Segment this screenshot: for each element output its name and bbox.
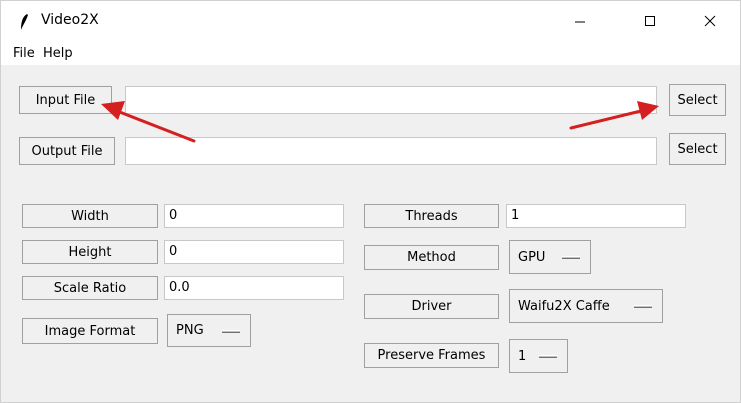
output-file-button[interactable]: Output File bbox=[19, 137, 115, 165]
driver-value: Waifu2X Caffe bbox=[518, 298, 610, 314]
close-icon bbox=[704, 15, 716, 27]
menu-bar: File Help bbox=[1, 41, 740, 65]
image-format-value: PNG bbox=[176, 323, 204, 338]
preserve-frames-dropdown[interactable]: 1 bbox=[509, 339, 568, 373]
maximize-button[interactable] bbox=[627, 5, 673, 37]
menu-help[interactable]: Help bbox=[43, 46, 73, 61]
preserve-frames-label: Preserve Frames bbox=[364, 343, 499, 368]
scale-ratio-label: Scale Ratio bbox=[22, 276, 158, 300]
image-format-dropdown[interactable]: PNG bbox=[167, 314, 251, 347]
dropdown-indicator-icon bbox=[562, 256, 580, 259]
method-dropdown[interactable]: GPU bbox=[509, 240, 591, 274]
feather-icon bbox=[21, 14, 28, 30]
input-file-button[interactable]: Input File bbox=[19, 86, 112, 114]
title-bar: Video2X bbox=[1, 1, 740, 41]
width-label: Width bbox=[22, 204, 158, 228]
minimize-button[interactable] bbox=[557, 5, 603, 37]
dropdown-indicator-icon bbox=[634, 305, 652, 308]
main-panel: Input File Select Output File Select Wid… bbox=[1, 65, 740, 402]
driver-label: Driver bbox=[364, 294, 499, 319]
menu-file[interactable]: File bbox=[13, 46, 35, 61]
image-format-label: Image Format bbox=[22, 318, 158, 344]
driver-dropdown[interactable]: Waifu2X Caffe bbox=[509, 289, 663, 323]
threads-field[interactable]: 1 bbox=[506, 204, 686, 228]
height-field[interactable]: 0 bbox=[164, 240, 344, 264]
dropdown-indicator-icon bbox=[539, 355, 557, 358]
window-title: Video2X bbox=[41, 12, 99, 28]
scale-ratio-field[interactable]: 0.0 bbox=[164, 276, 344, 300]
output-select-button[interactable]: Select bbox=[669, 133, 726, 165]
minimize-icon bbox=[575, 21, 585, 23]
dropdown-indicator-icon bbox=[222, 329, 240, 333]
app-window: Video2X File Help Input File Select Outp… bbox=[0, 0, 741, 403]
output-file-field[interactable] bbox=[125, 137, 657, 165]
threads-label: Threads bbox=[364, 204, 499, 228]
width-field[interactable]: 0 bbox=[164, 204, 344, 228]
preserve-frames-value: 1 bbox=[518, 348, 527, 364]
input-select-button[interactable]: Select bbox=[669, 84, 726, 116]
close-button[interactable] bbox=[687, 5, 733, 37]
method-value: GPU bbox=[518, 249, 546, 265]
input-file-field[interactable] bbox=[125, 86, 657, 114]
maximize-icon bbox=[645, 16, 655, 26]
method-label: Method bbox=[364, 245, 499, 270]
height-label: Height bbox=[22, 240, 158, 264]
